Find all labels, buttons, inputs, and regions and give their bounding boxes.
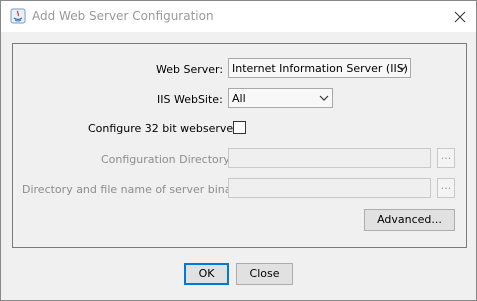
- settings-panel: Web Server: Internet Information Server …: [12, 43, 467, 248]
- server-binary-browse-button[interactable]: ...: [437, 178, 455, 198]
- close-button[interactable]: Close: [236, 263, 293, 285]
- advanced-button[interactable]: Advanced...: [364, 209, 455, 231]
- web-server-value: Internet Information Server (IIS): [232, 62, 408, 75]
- close-window-button[interactable]: [444, 1, 476, 32]
- iis-website-label: IIS WebSite:: [157, 93, 223, 106]
- web-server-label: Web Server:: [156, 63, 224, 76]
- iis-website-select[interactable]: All: [228, 88, 333, 108]
- configure-32bit-checkbox[interactable]: [233, 121, 246, 134]
- config-directory-browse-button[interactable]: ...: [437, 148, 455, 168]
- server-binary-field[interactable]: [228, 178, 431, 198]
- chevron-down-icon: [397, 65, 407, 71]
- configure-32bit-label: Configure 32 bit webserver: [88, 122, 238, 135]
- close-icon: [454, 11, 466, 22]
- dialog-window: Add Web Server Configuration Web Server:…: [0, 0, 477, 301]
- java-app-icon: [10, 8, 26, 24]
- ok-button[interactable]: OK: [184, 263, 229, 285]
- config-directory-field[interactable]: [228, 148, 431, 168]
- web-server-select[interactable]: Internet Information Server (IIS): [228, 58, 411, 78]
- title-bar: Add Web Server Configuration: [1, 1, 476, 32]
- server-binary-label: Directory and file name of server binary…: [22, 183, 246, 196]
- iis-website-value: All: [232, 92, 246, 105]
- config-directory-label: Configuration Directory:: [101, 153, 233, 166]
- chevron-down-icon: [319, 95, 329, 101]
- window-title: Add Web Server Configuration: [32, 9, 214, 23]
